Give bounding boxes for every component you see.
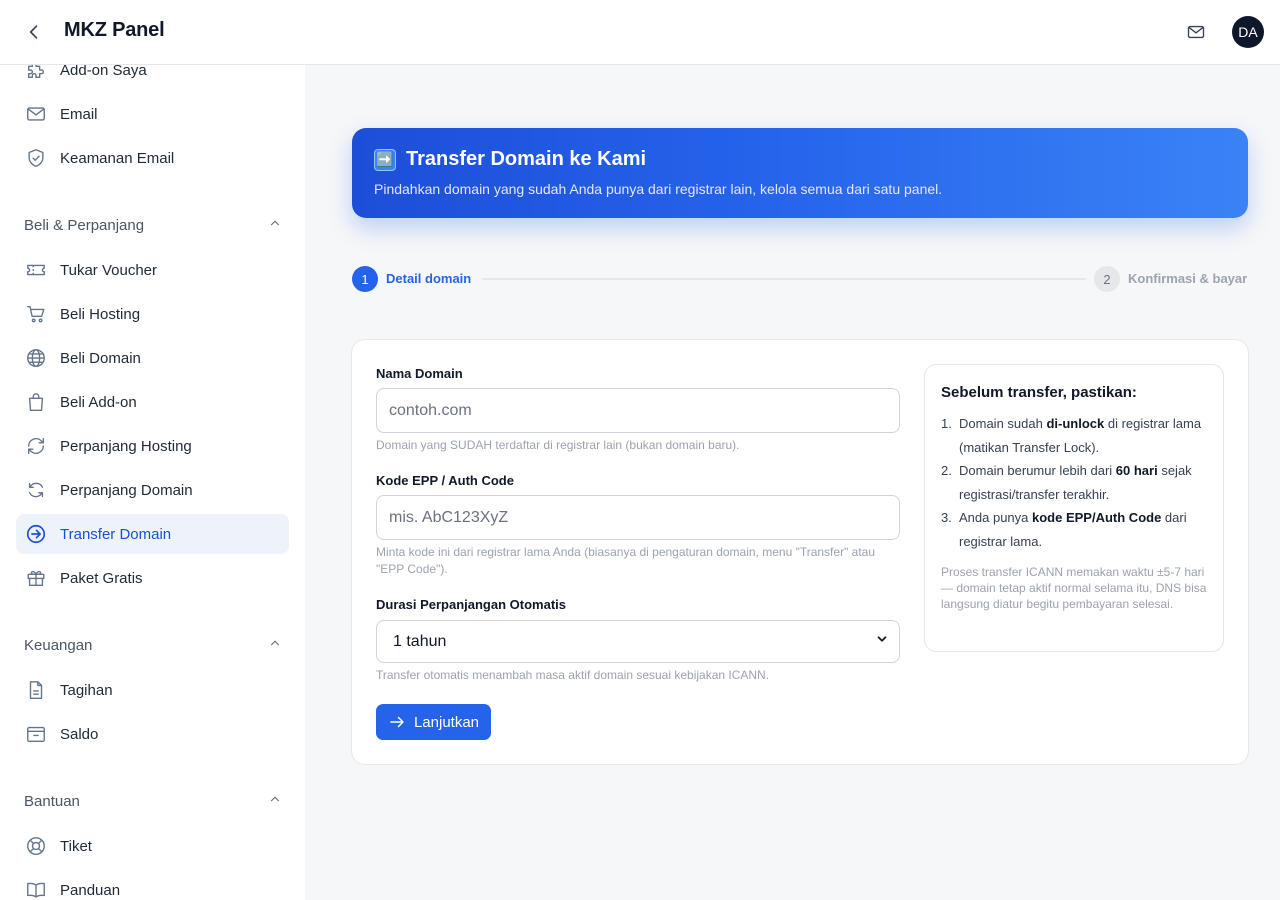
book-icon xyxy=(24,878,48,900)
sidebar: Add-on Saya Email Keamanan Email Beli & … xyxy=(0,65,305,900)
sidebar-item-paket-gratis[interactable]: Paket Gratis xyxy=(16,558,289,598)
domain-name-label: Nama Domain xyxy=(376,366,463,381)
bag-icon xyxy=(24,390,48,414)
sidebar-item-beli-add-on[interactable]: Beli Add-on xyxy=(16,382,289,422)
sidebar-item-label: Transfer Domain xyxy=(60,525,172,543)
lifebuoy-icon xyxy=(24,834,48,858)
sidebar-item-label: Paket Gratis xyxy=(60,569,143,587)
sidebar-item-email[interactable]: Email xyxy=(16,94,289,134)
cart-icon xyxy=(24,302,48,326)
transfer-checklist: Sebelum transfer, pastikan: 1. Domain su… xyxy=(924,364,1224,652)
arrow-right-icon: ➡️ xyxy=(374,148,396,171)
continue-button[interactable]: Lanjutkan xyxy=(376,704,491,740)
section-title: Bantuan xyxy=(24,792,80,810)
chevron-up-icon xyxy=(268,216,282,234)
renewal-duration-help: Transfer otomatis menambah masa aktif do… xyxy=(376,668,770,682)
shield-check-icon xyxy=(24,146,48,170)
banner-title-text: Transfer Domain ke Kami xyxy=(406,148,647,170)
domain-name-help: Domain yang SUDAH terdaftar di registrar… xyxy=(376,438,740,452)
sidebar-item-perpanjang-hosting[interactable]: Perpanjang Hosting xyxy=(16,426,289,466)
step-2-indicator: 2 xyxy=(1094,266,1120,292)
sidebar-item-transfer-domain[interactable]: Transfer Domain xyxy=(16,514,289,554)
sidebar-item-label: Tiket xyxy=(60,837,92,855)
sidebar-item-label: Email xyxy=(60,105,98,123)
chevron-up-icon xyxy=(268,792,282,810)
arrow-circle-icon xyxy=(24,522,48,546)
sidebar-item-label: Saldo xyxy=(60,725,99,743)
chevron-down-icon xyxy=(875,632,889,651)
ticket-icon xyxy=(24,258,48,282)
section-beli-perpanjang[interactable]: Beli & Perpanjang xyxy=(24,213,282,237)
continue-button-label: Lanjutkan xyxy=(413,713,480,731)
sidebar-item-label: Keamanan Email xyxy=(60,149,175,167)
sidebar-item-add-on-saya[interactable]: Add-on Saya xyxy=(16,65,289,90)
list-item: 2. Domain berumur lebih dari 60 hari sej… xyxy=(941,463,1192,502)
checklist-note: Proses transfer ICANN memakan waktu ±5-7… xyxy=(941,565,1207,611)
step-1-label: Detail domain xyxy=(386,271,472,286)
list-item: 3. Anda punya kode EPP/Auth Code dari re… xyxy=(941,510,1187,549)
mail-icon[interactable] xyxy=(1184,20,1208,44)
arrow-right-icon xyxy=(388,713,406,731)
sidebar-item-perpanjang-domain[interactable]: Perpanjang Domain xyxy=(16,470,289,510)
sidebar-item-label: Beli Add-on xyxy=(60,393,137,411)
sidebar-item-label: Beli Domain xyxy=(60,349,141,367)
avatar[interactable]: DA xyxy=(1232,16,1264,48)
section-title: Keuangan xyxy=(24,636,93,654)
sidebar-item-label: Tukar Voucher xyxy=(60,261,157,279)
section-bantuan[interactable]: Bantuan xyxy=(24,789,282,813)
sidebar-item-keamanan-email[interactable]: Keamanan Email xyxy=(16,138,289,178)
globe-icon xyxy=(24,346,48,370)
sidebar-item-tagihan[interactable]: Tagihan xyxy=(16,670,289,710)
list-item: 1. Domain sudah di-unlock di registrar l… xyxy=(941,416,1202,455)
page-banner: ➡️ Transfer Domain ke Kami Pindahkan dom… xyxy=(352,128,1248,218)
sidebar-item-tiket[interactable]: Tiket xyxy=(16,826,289,866)
section-title: Beli & Perpanjang xyxy=(24,216,145,234)
step-2-label: Konfirmasi & bayar xyxy=(1128,271,1248,286)
app-title: MKZ Panel xyxy=(64,19,165,41)
sidebar-item-beli-domain[interactable]: Beli Domain xyxy=(16,338,289,378)
wallet-icon xyxy=(24,722,48,746)
sidebar-item-label: Beli Hosting xyxy=(60,305,141,323)
sidebar-item-label: Perpanjang Hosting xyxy=(60,437,192,455)
mail-icon xyxy=(24,102,48,126)
page-title: ➡️ Transfer Domain ke Kami xyxy=(374,148,646,171)
sidebar-item-label: Tagihan xyxy=(60,681,113,699)
sidebar-item-label: Panduan xyxy=(60,881,121,899)
puzzle-icon xyxy=(24,65,48,82)
section-keuangan[interactable]: Keuangan xyxy=(24,633,282,657)
sidebar-item-saldo[interactable]: Saldo xyxy=(16,714,289,754)
step-1-indicator: 1 xyxy=(352,266,378,292)
refresh-icon xyxy=(24,434,48,458)
renewal-duration-label: Durasi Perpanjangan Otomatis xyxy=(376,597,566,612)
stepper-divider xyxy=(482,278,1086,280)
banner-subtitle: Pindahkan domain yang sudah Anda punya d… xyxy=(374,181,943,197)
renewal-duration-value: 1 tahun xyxy=(393,632,447,650)
epp-code-label: Kode EPP / Auth Code xyxy=(376,473,514,488)
checklist-title: Sebelum transfer, pastikan: xyxy=(941,384,1137,401)
chevron-left-icon[interactable] xyxy=(22,20,46,44)
file-icon xyxy=(24,678,48,702)
chevron-up-icon xyxy=(268,636,282,654)
renew-icon xyxy=(24,478,48,502)
top-bar: MKZ Panel DA xyxy=(0,0,1280,65)
checklist: 1. Domain sudah di-unlock di registrar l… xyxy=(941,412,1211,553)
epp-code-input[interactable] xyxy=(376,495,900,540)
sidebar-item-label: Add-on Saya xyxy=(60,65,147,79)
gift-icon xyxy=(24,566,48,590)
sidebar-item-beli-hosting[interactable]: Beli Hosting xyxy=(16,294,289,334)
sidebar-item-panduan[interactable]: Panduan xyxy=(16,870,289,900)
sidebar-item-tukar-voucher[interactable]: Tukar Voucher xyxy=(16,250,289,290)
renewal-duration-select[interactable]: 1 tahun xyxy=(376,620,900,663)
domain-name-input[interactable] xyxy=(376,388,900,433)
epp-code-help: Minta kode ini dari registrar lama Anda … xyxy=(376,545,876,576)
sidebar-item-label: Perpanjang Domain xyxy=(60,481,193,499)
